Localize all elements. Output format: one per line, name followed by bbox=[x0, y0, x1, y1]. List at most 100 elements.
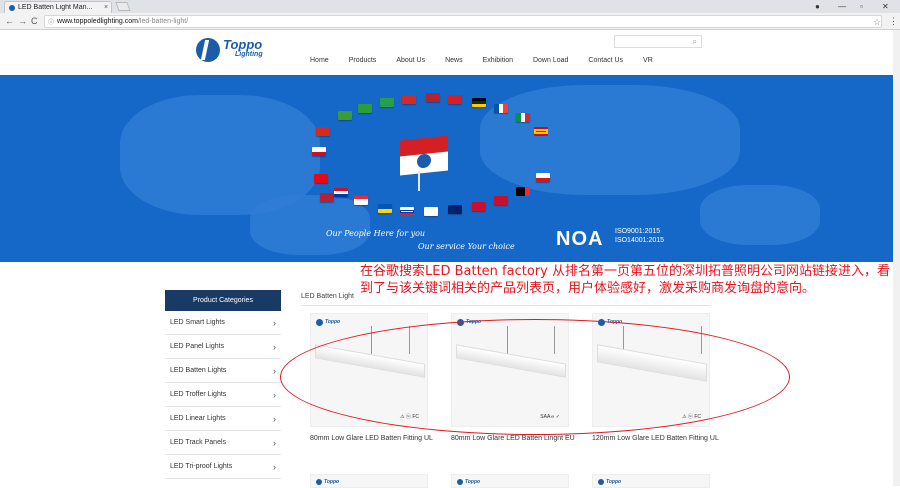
chevron-right-icon: › bbox=[273, 317, 276, 328]
category-list: LED Smart Lights › LED Panel Lights › LED … bbox=[165, 311, 281, 479]
category-item[interactable]: LED Batten Lights › bbox=[165, 359, 281, 383]
product-brand: Toppo bbox=[324, 479, 340, 485]
product-brand: Toppo bbox=[325, 319, 341, 325]
logo-sub-text: Lighting bbox=[235, 51, 263, 58]
product-brand: Toppo bbox=[606, 479, 622, 485]
category-label: LED Smart Lights bbox=[170, 319, 225, 326]
flag-icon bbox=[448, 205, 462, 214]
category-item[interactable]: LED Panel Lights › bbox=[165, 335, 281, 359]
product-categories-heading: Product Categories bbox=[165, 290, 281, 311]
nav-exhibition[interactable]: Exhibition bbox=[473, 57, 523, 64]
flag-icon bbox=[516, 113, 530, 122]
chevron-right-icon: › bbox=[273, 365, 276, 376]
url-input[interactable]: ⓘ www.toppoledlighting.com /led-batten-l… bbox=[44, 15, 882, 28]
hero-banner: Our People Here for you Our service Your… bbox=[0, 75, 900, 262]
nav-products[interactable]: Products bbox=[339, 57, 387, 64]
category-label: LED Batten Lights bbox=[170, 367, 227, 374]
info-icon[interactable]: ⓘ bbox=[48, 17, 54, 26]
category-item[interactable]: LED Troffer Lights › bbox=[165, 383, 281, 407]
new-tab-button[interactable] bbox=[115, 2, 131, 11]
forward-button[interactable]: → bbox=[18, 16, 27, 26]
back-button[interactable]: ← bbox=[5, 16, 14, 26]
iso-9001: ISO9001:2015 bbox=[615, 228, 661, 235]
chevron-right-icon: › bbox=[273, 437, 276, 448]
flag-icon bbox=[494, 196, 508, 205]
flag-icon bbox=[320, 193, 334, 202]
toppo-logo-icon bbox=[316, 479, 322, 485]
site-search-input[interactable]: ⌕ bbox=[614, 35, 702, 48]
noa-brand: NOA bbox=[556, 228, 604, 250]
flag-icon bbox=[424, 207, 438, 216]
toppo-logo-icon bbox=[598, 479, 604, 485]
reload-button[interactable]: C bbox=[31, 16, 38, 26]
banner-slogan-right: Our service Your choice bbox=[418, 242, 515, 251]
category-label: LED Troffer Lights bbox=[170, 391, 227, 398]
bookmark-star-icon[interactable]: ☆ bbox=[873, 17, 881, 28]
flag-icon bbox=[378, 204, 392, 213]
nav-home[interactable]: Home bbox=[300, 57, 339, 64]
map-land-shape bbox=[700, 185, 820, 245]
site-header: Toppo Lighting Home Products About Us Ne… bbox=[0, 30, 900, 75]
map-land-shape bbox=[250, 195, 370, 255]
flag-icon bbox=[312, 147, 326, 156]
flag-icon bbox=[338, 111, 352, 120]
toppo-logo-icon bbox=[457, 479, 463, 485]
restore-button[interactable]: ▫ bbox=[860, 0, 863, 13]
nav-about-us[interactable]: About Us bbox=[386, 57, 435, 64]
url-path: /led-batten-light/ bbox=[137, 18, 189, 25]
flag-icon bbox=[402, 95, 416, 104]
category-item[interactable]: LED Tri-proof Lights › bbox=[165, 455, 281, 479]
flag-icon bbox=[380, 98, 394, 107]
main-nav: Home Products About Us News Exhibition D… bbox=[300, 57, 663, 64]
flag-icon bbox=[534, 127, 548, 136]
flag-icon bbox=[472, 202, 486, 211]
close-window-button[interactable]: ✕ bbox=[882, 0, 889, 13]
logo-main-text: Toppo bbox=[223, 37, 263, 52]
minimize-button[interactable]: — bbox=[838, 0, 846, 13]
flag-icon bbox=[426, 93, 440, 102]
browser-tab-bar: LED Batten Light Man... × ● — ▫ ✕ bbox=[0, 0, 900, 13]
product-brand: Toppo bbox=[465, 479, 481, 485]
tab-close-icon[interactable]: × bbox=[101, 4, 111, 11]
flag-icon bbox=[354, 196, 368, 205]
flag-pole bbox=[418, 171, 420, 191]
category-item[interactable]: LED Smart Lights › bbox=[165, 311, 281, 335]
product-title[interactable]: 80mm Low Glare LED Batten Lingnt EU bbox=[451, 435, 575, 442]
nav-vr[interactable]: VR bbox=[633, 57, 663, 64]
breadcrumb[interactable]: LED Batten Light bbox=[301, 293, 354, 300]
category-item[interactable]: LED Track Panels › bbox=[165, 431, 281, 455]
flag-icon bbox=[536, 173, 550, 182]
chevron-right-icon: › bbox=[273, 389, 276, 400]
annotation-note: 在谷歌搜索LED Batten factory 从排名第一页第五位的深圳拓普照明… bbox=[360, 264, 890, 296]
flag-icon bbox=[316, 127, 330, 136]
tab-title: LED Batten Light Man... bbox=[18, 4, 93, 11]
product-title[interactable]: 120mm Low Glare LED Batten Fitting UL bbox=[592, 435, 719, 442]
flag-icon bbox=[400, 207, 414, 216]
china-flag-graphic bbox=[400, 135, 448, 176]
logo-mark-icon bbox=[196, 38, 220, 62]
chevron-right-icon: › bbox=[273, 461, 276, 472]
flag-icon bbox=[472, 98, 486, 107]
category-label: LED Track Panels bbox=[170, 439, 227, 446]
nav-contact-us[interactable]: Contact Us bbox=[578, 57, 633, 64]
category-item[interactable]: LED Linear Lights › bbox=[165, 407, 281, 431]
iso-certs: ISO9001:2015 ISO14001:2015 bbox=[615, 227, 664, 245]
browser-tab[interactable]: LED Batten Light Man... × bbox=[4, 1, 112, 13]
nav-download[interactable]: Down Load bbox=[523, 57, 578, 64]
browser-menu-icon[interactable]: ⋮ bbox=[889, 16, 898, 27]
flag-icon bbox=[358, 104, 372, 113]
search-icon[interactable]: ⌕ bbox=[693, 37, 697, 47]
nav-news[interactable]: News bbox=[435, 57, 473, 64]
chevron-right-icon: › bbox=[273, 413, 276, 424]
page-scrollbar[interactable] bbox=[893, 30, 900, 486]
flag-icon bbox=[314, 174, 328, 183]
banner-slogan-left: Our People Here for you bbox=[326, 229, 426, 238]
product-title[interactable]: 80mm Low Glare LED Batten Fitting UL bbox=[310, 435, 433, 442]
flag-icon bbox=[516, 187, 530, 196]
flag-icon bbox=[448, 95, 462, 104]
toppo-logo[interactable]: Toppo Lighting bbox=[196, 38, 263, 62]
divider bbox=[301, 305, 711, 306]
site-favicon-icon bbox=[9, 4, 15, 11]
account-icon[interactable]: ● bbox=[815, 0, 820, 13]
category-label: LED Panel Lights bbox=[170, 343, 225, 350]
